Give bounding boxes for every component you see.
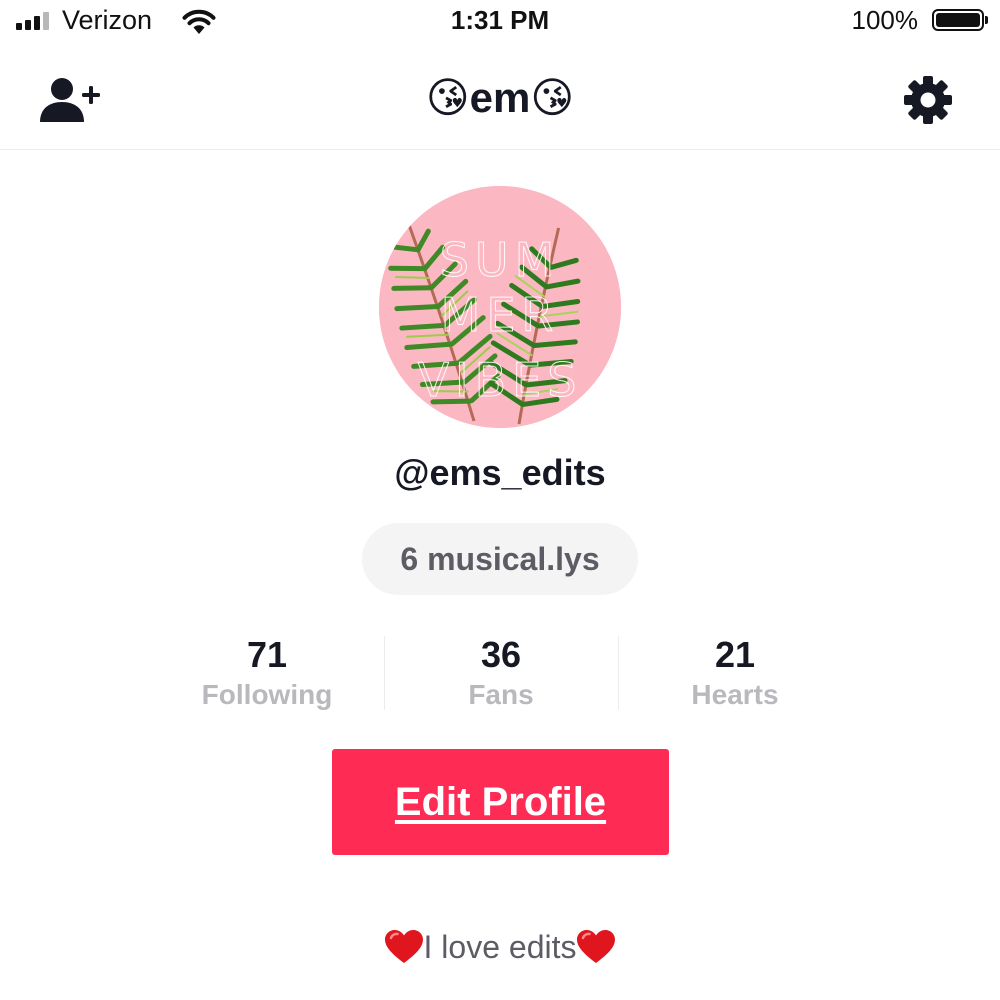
stat-hearts[interactable]: 21 Hearts [618, 632, 852, 714]
avatar-text-line-1: SUM [440, 233, 561, 287]
stat-following[interactable]: 71 Following [150, 632, 384, 714]
status-time: 1:31 PM [450, 5, 550, 35]
avatar-text-line-3: VIBES [418, 353, 583, 407]
status-bar: Verizon 1:31 PM 100% [0, 0, 1000, 44]
stat-following-label: Following [201, 679, 333, 710]
page-title: 😘em😘 [425, 74, 575, 121]
bio: I love edits [0, 922, 1000, 972]
nav-bar: 😘em😘 [0, 50, 1000, 150]
stat-hearts-value: 21 [714, 634, 756, 675]
username: @ems_edits [394, 452, 606, 493]
heart-icon [384, 929, 423, 963]
palm-leaf-illustration: SUM MER VIBES [379, 186, 621, 428]
edit-profile-button[interactable]: Edit Profile [332, 749, 669, 855]
stat-following-value: 71 [246, 634, 288, 675]
heart-icon [577, 929, 616, 963]
bio-text: I love edits [423, 929, 577, 965]
stat-fans-label: Fans [468, 679, 534, 710]
profile-stats: 71 Following 36 Fans 21 Hearts [150, 632, 850, 714]
stat-fans-value: 36 [480, 634, 522, 675]
settings-button[interactable] [902, 74, 954, 126]
avatar[interactable]: SUM MER VIBES [379, 186, 621, 428]
stat-hearts-label: Hearts [691, 679, 779, 710]
musically-count-button[interactable]: 6 musical.lys [362, 523, 638, 595]
battery-icon [932, 9, 988, 31]
gear-icon [904, 76, 952, 124]
battery-percent: 100% [851, 5, 919, 35]
stat-fans[interactable]: 36 Fans [384, 632, 618, 714]
avatar-text-line-2: MER [441, 288, 560, 342]
